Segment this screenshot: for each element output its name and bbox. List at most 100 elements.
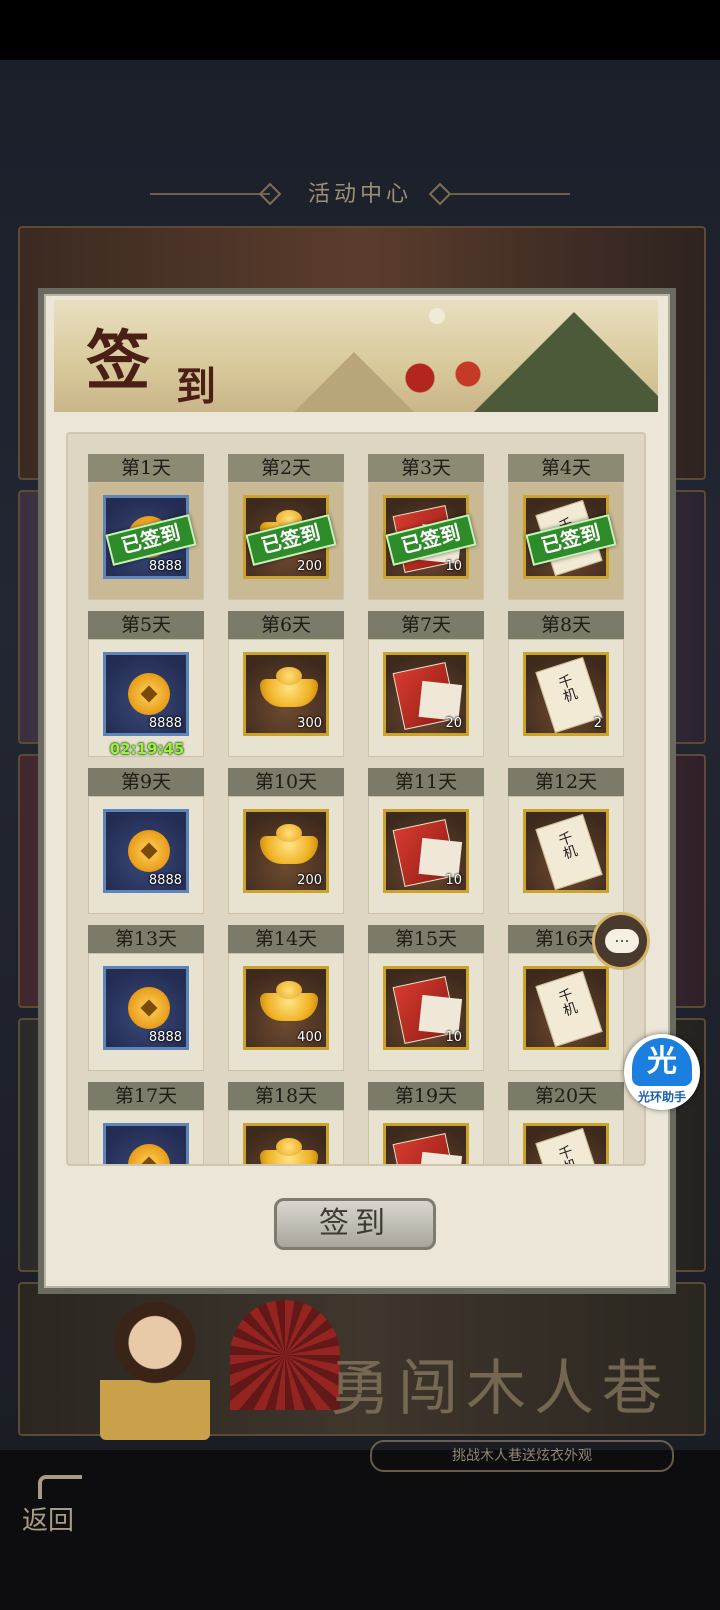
coin-reward-item[interactable]: 8888 bbox=[103, 966, 189, 1050]
paper-reward-item[interactable]: 千机 bbox=[523, 809, 609, 893]
day-reward-body: 8888 已签到 bbox=[88, 482, 204, 600]
day-reward-cell[interactable]: 第10天 200 bbox=[228, 768, 344, 916]
ingot-icon bbox=[260, 667, 318, 707]
activity-center-title: 活动中心 bbox=[307, 182, 412, 207]
ingot-icon bbox=[260, 981, 318, 1021]
chat-button[interactable]: ... bbox=[592, 912, 650, 970]
ingot-reward-item[interactable]: 300 bbox=[243, 652, 329, 736]
paper-reward-item[interactable]: 千机 2 bbox=[523, 652, 609, 736]
day-reward-body: 400 bbox=[228, 953, 344, 1071]
day-label: 第20天 bbox=[508, 1082, 624, 1110]
status-bar bbox=[0, 0, 720, 60]
day-reward-body: 200 已签到 bbox=[228, 482, 344, 600]
day-reward-body: 300 bbox=[228, 639, 344, 757]
ingot-reward-item[interactable] bbox=[243, 1123, 329, 1164]
day-reward-body bbox=[368, 1110, 484, 1164]
day-reward-cell[interactable]: 第8天千机 2 bbox=[508, 611, 624, 759]
signin-button[interactable]: 签到 bbox=[274, 1198, 436, 1250]
day-reward-cell[interactable]: 第1天 8888 已签到 bbox=[88, 454, 204, 602]
day-reward-cell[interactable]: 第11天 10 bbox=[368, 768, 484, 916]
scroll-reward-item[interactable]: 10 bbox=[383, 809, 469, 893]
day-label: 第9天 bbox=[88, 768, 204, 796]
day-reward-cell[interactable]: 第19天 bbox=[368, 1082, 484, 1164]
day-reward-cell[interactable]: 第6天 300 bbox=[228, 611, 344, 759]
coin-icon bbox=[128, 673, 170, 715]
day-label: 第3天 bbox=[368, 454, 484, 482]
day-reward-cell[interactable]: 第2天 200 已签到 bbox=[228, 454, 344, 602]
paper-icon: 千机 bbox=[535, 656, 603, 734]
reward-quantity: 8888 bbox=[148, 559, 182, 574]
day-reward-cell[interactable]: 第3天 10 已签到 bbox=[368, 454, 484, 602]
red-trees-image bbox=[384, 358, 504, 398]
signin-title-small: 到 bbox=[176, 363, 216, 410]
day-label: 第8天 bbox=[508, 611, 624, 639]
chat-bubble-icon: ... bbox=[605, 929, 639, 953]
reward-quantity: 200 bbox=[297, 873, 322, 888]
scroll-reward-item[interactable]: 20 bbox=[383, 652, 469, 736]
signin-panel: 签 到 第1天8888已签到第2天200已签到第3天10已签到第4天千机已签到第… bbox=[38, 288, 676, 1294]
coin-reward-item[interactable]: 8888 已签到 bbox=[103, 495, 197, 579]
day-label: 第11天 bbox=[368, 768, 484, 796]
paper-text: 千机 bbox=[554, 829, 579, 862]
day-label: 第12天 bbox=[508, 768, 624, 796]
reward-quantity: 8888 bbox=[148, 873, 182, 888]
day-reward-cell[interactable]: 第14天 400 bbox=[228, 925, 344, 1073]
paper-text: 千机 bbox=[554, 672, 579, 705]
reward-quantity: 300 bbox=[297, 716, 322, 731]
day-reward-cell[interactable]: 第20天千机 bbox=[508, 1082, 624, 1166]
coin-reward-item[interactable]: 8888 bbox=[103, 652, 189, 736]
day-reward-cell[interactable]: 第5天 8888 02:19:45 bbox=[88, 611, 204, 759]
reward-quantity: 2 bbox=[593, 716, 602, 731]
scroll-reward-item[interactable] bbox=[383, 1123, 469, 1164]
day-reward-cell[interactable]: 第4天千机已签到 bbox=[508, 454, 624, 602]
paper-text: 千机 bbox=[554, 1143, 579, 1166]
day-reward-body: 10 bbox=[368, 796, 484, 914]
coin-reward-item[interactable]: 8888 bbox=[103, 809, 189, 893]
day-reward-cell[interactable]: 第18天 bbox=[228, 1082, 344, 1164]
day-reward-cell[interactable]: 第9天 8888 bbox=[88, 768, 204, 916]
day-reward-body: 200 bbox=[228, 796, 344, 914]
day-reward-cell[interactable]: 第7天 20 bbox=[368, 611, 484, 759]
day-reward-body: 20 bbox=[368, 639, 484, 757]
day-reward-cell[interactable]: 第13天 8888 bbox=[88, 925, 204, 1073]
coin-icon bbox=[128, 830, 170, 872]
header-line-right bbox=[450, 193, 570, 195]
reward-quantity: 400 bbox=[297, 1030, 322, 1045]
event-banner-subtitle: 挑战木人巷送炫衣外观 bbox=[370, 1440, 674, 1472]
day-reward-cell[interactable]: 第17天 bbox=[88, 1082, 204, 1164]
helper-app-button[interactable]: 光 光环助手 bbox=[624, 1034, 700, 1110]
banner-character-image bbox=[100, 1290, 210, 1440]
event-banner-title: 勇闯木人巷 bbox=[330, 1354, 670, 1424]
day-reward-body bbox=[88, 1110, 204, 1164]
paper-reward-item[interactable]: 千机 bbox=[523, 966, 609, 1050]
coin-icon bbox=[128, 987, 170, 1029]
scroll-reward-item[interactable]: 10 bbox=[383, 966, 469, 1050]
reward-quantity: 20 bbox=[445, 716, 462, 731]
day-reward-body: 千机 2 bbox=[508, 639, 624, 757]
day-label: 第5天 bbox=[88, 611, 204, 639]
day-reward-body: 千机 bbox=[508, 796, 624, 914]
reward-quantity: 200 bbox=[297, 559, 322, 574]
day-reward-cell[interactable]: 第15天 10 bbox=[368, 925, 484, 1073]
day-reward-cell[interactable]: 第12天千机 bbox=[508, 768, 624, 916]
day-reward-body: 8888 02:19:45 bbox=[88, 639, 204, 758]
ingot-reward-item[interactable]: 200 bbox=[243, 809, 329, 893]
back-arrow-icon[interactable] bbox=[38, 1475, 82, 1499]
day-label: 第15天 bbox=[368, 925, 484, 953]
paper-reward-item[interactable]: 千机 bbox=[523, 1123, 609, 1166]
day-label: 第19天 bbox=[368, 1082, 484, 1110]
paper-reward-item[interactable]: 千机已签到 bbox=[523, 495, 617, 579]
ingot-reward-item[interactable]: 200 已签到 bbox=[243, 495, 337, 579]
ingot-reward-item[interactable]: 400 bbox=[243, 966, 329, 1050]
day-reward-body: 千机 bbox=[508, 1110, 624, 1166]
scroll-reward-item[interactable]: 10 已签到 bbox=[383, 495, 477, 579]
reward-grid[interactable]: 第1天8888已签到第2天200已签到第3天10已签到第4天千机已签到第5天88… bbox=[66, 432, 646, 1166]
helper-logo-icon: 光 bbox=[632, 1038, 692, 1086]
reward-quantity: 8888 bbox=[148, 1030, 182, 1045]
coin-reward-item[interactable] bbox=[103, 1123, 189, 1164]
day-label: 第18天 bbox=[228, 1082, 344, 1110]
paper-icon: 千机 bbox=[535, 813, 603, 891]
day-label: 第7天 bbox=[368, 611, 484, 639]
day-reward-body bbox=[228, 1110, 344, 1164]
back-button[interactable]: 返回 bbox=[22, 1500, 74, 1537]
